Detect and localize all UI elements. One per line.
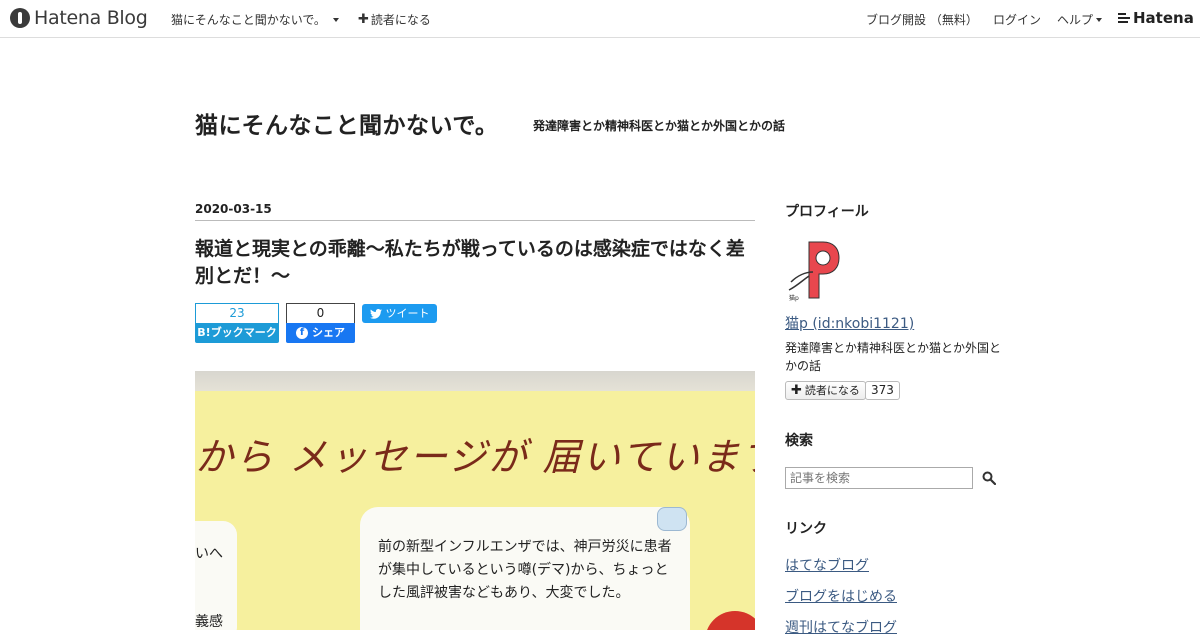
link-hatena-blog[interactable]: はてなブログ: [785, 555, 869, 575]
login-link[interactable]: ログイン: [993, 11, 1041, 28]
links-heading: リンク: [785, 521, 827, 537]
twitter-bird-icon: [369, 308, 382, 319]
search-icon[interactable]: [982, 471, 996, 485]
tweet-button[interactable]: ツイート: [362, 304, 437, 323]
entry-date[interactable]: 2020-03-15: [195, 202, 272, 216]
hatena-logo[interactable]: Hatena: [1118, 9, 1194, 27]
chevron-down-icon: [332, 17, 339, 22]
entry-photo: から メッセージが 届いています いへ 義感 前の新型インフルエンザでは、神戸労…: [195, 371, 755, 630]
cat-p-avatar-icon: 猫p: [785, 238, 849, 302]
help-label: ヘルプ: [1057, 13, 1094, 27]
hatena-lines-icon: [1118, 11, 1130, 25]
help-menu[interactable]: ヘルプ: [1057, 11, 1103, 28]
photo-sticker: [657, 507, 687, 531]
facebook-share-count[interactable]: 0: [286, 303, 355, 323]
global-header: Hatena Blog 猫にそんなこと聞かないで。 ✚ 読者になる ブログ開設 …: [0, 0, 1200, 38]
facebook-share-button[interactable]: f シェア: [286, 323, 355, 343]
photo-left-text-1: いへ: [195, 546, 223, 562]
hatena-bookmark-button[interactable]: B!ブックマーク: [195, 323, 279, 343]
blog-description: 発達障害とか精神科医とか猫とか外国とかの話: [533, 119, 786, 133]
search-heading: 検索: [785, 433, 813, 449]
plus-icon: ✚: [358, 12, 369, 27]
svg-text:猫p: 猫p: [789, 294, 799, 302]
blog-title[interactable]: 猫にそんなこと聞かないで。: [195, 106, 498, 140]
photo-left-text-2: 義感: [195, 614, 223, 630]
link-weekly-hatena-blog[interactable]: 週刊はてなブログ: [785, 617, 897, 637]
subscriber-count[interactable]: 373: [865, 381, 900, 400]
hatena-blog-logo-icon: [10, 8, 30, 28]
avatar[interactable]: 猫p: [785, 238, 849, 302]
profile-name-link[interactable]: 猫p (id:nkobi1121): [785, 313, 914, 333]
hatena-bookmark-count[interactable]: 23: [195, 303, 279, 323]
blog-name-menu[interactable]: 猫にそんなこと聞かないで。: [171, 11, 339, 28]
plus-icon: ✚: [791, 383, 802, 398]
profile-description: 発達障害とか精神科医とか猫とか外国とかの話: [785, 341, 1002, 373]
tweet-label: ツイート: [385, 307, 430, 320]
chevron-down-icon: [1096, 17, 1103, 22]
photo-headline: から メッセージが 届いています: [195, 435, 755, 479]
blog-name-label: 猫にそんなこと聞かないで。: [171, 13, 326, 27]
subscribe-link[interactable]: ✚ 読者になる: [358, 11, 431, 28]
date-divider: [195, 220, 755, 221]
sidebar-subscribe-button[interactable]: ✚ 読者になる: [785, 381, 866, 400]
photo-card-text: 前の新型インフルエンザでは、神戸労災に患者が集中しているという噂(デマ)から、ち…: [378, 539, 672, 601]
hatena-label: Hatena: [1133, 9, 1194, 27]
subscribe-label: 読者になる: [370, 13, 431, 27]
entry-title[interactable]: 報道と現実との乖離～私たちが戦っているのは感染症ではなく差別とだ！～: [195, 236, 760, 290]
facebook-share-label: シェア: [312, 326, 345, 339]
photo-wall: [195, 371, 755, 393]
sidebar-subscribe-label: 読者になる: [804, 384, 860, 397]
profile-heading: プロフィール: [785, 204, 869, 220]
open-blog-link[interactable]: ブログ開設 （無料）: [866, 11, 978, 28]
hatena-blog-logo[interactable]: Hatena Blog: [10, 7, 148, 29]
search-input[interactable]: [785, 467, 973, 489]
facebook-icon: f: [296, 327, 308, 339]
logo-text: Hatena Blog: [34, 7, 148, 29]
link-start-blog[interactable]: ブログをはじめる: [785, 586, 897, 606]
